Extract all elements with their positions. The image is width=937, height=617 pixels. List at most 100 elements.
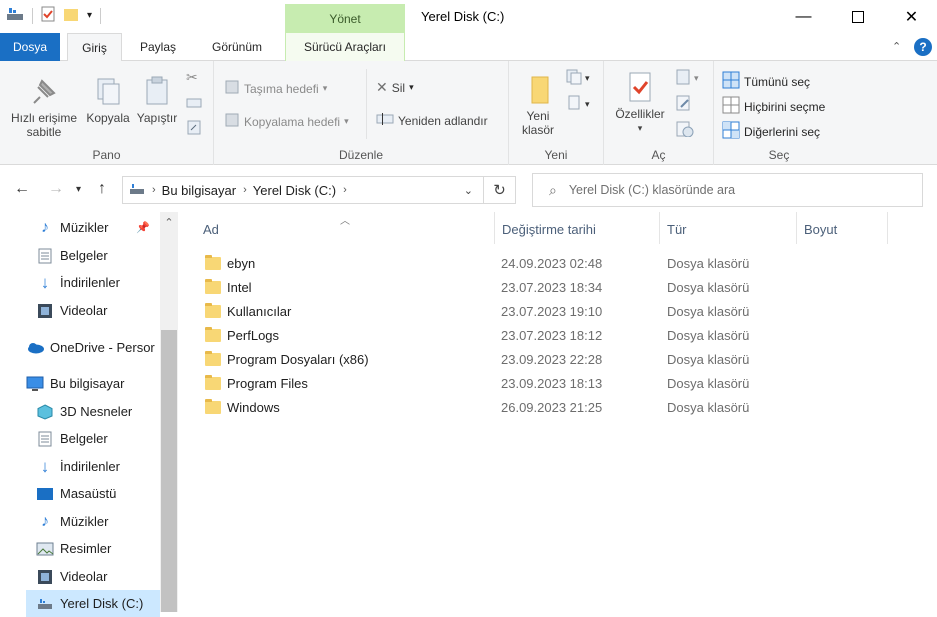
quick-access-toolbar: ▾	[6, 6, 102, 25]
copy-to-button[interactable]: Kopyalama hedefi ▾	[224, 112, 349, 131]
cut-icon[interactable]: ✂	[186, 69, 198, 86]
column-divider[interactable]	[796, 212, 797, 244]
table-row[interactable]: Program Dosyaları (x86) 23.09.2023 22:28…	[203, 347, 773, 371]
manage-contextual-tab[interactable]: Yönet	[285, 4, 405, 34]
move-to-button[interactable]: Taşıma hedefi ▾	[224, 79, 327, 98]
properties-icon[interactable]	[41, 6, 55, 25]
tab-share[interactable]: Paylaş	[129, 33, 187, 61]
recent-locations-icon[interactable]: ▾	[76, 184, 81, 195]
pin-icon	[28, 75, 60, 107]
file-name: Intel	[227, 279, 252, 295]
table-row[interactable]: ebyn 24.09.2023 02:48 Dosya klasörü	[203, 251, 773, 275]
file-type: Dosya klasörü	[667, 351, 750, 367]
copy-path-icon[interactable]	[186, 97, 202, 112]
refresh-button[interactable]: ↻	[484, 176, 516, 204]
column-header-date[interactable]: Değiştirme tarihi	[502, 218, 596, 242]
file-name: Program Files	[227, 375, 308, 391]
file-name: Windows	[227, 399, 280, 415]
table-row[interactable]: Kullanıcılar 23.07.2023 19:10 Dosya klas…	[203, 299, 773, 323]
chevron-down-icon: ▾	[344, 116, 349, 126]
new-folder-icon[interactable]	[63, 6, 79, 25]
paste-shortcut-icon[interactable]	[186, 119, 202, 138]
sidebar-item-videos[interactable]: Videolar	[36, 563, 160, 590]
paste-label: Yapıştır	[136, 111, 178, 125]
breadcrumb-local-disk[interactable]: Yerel Disk (C:)	[253, 183, 336, 198]
breadcrumb-chevron-icon[interactable]: ›	[152, 184, 156, 196]
breadcrumb-this-pc[interactable]: Bu bilgisayar	[162, 183, 236, 198]
column-header-name[interactable]: Ad	[203, 218, 219, 242]
forward-arrow-icon[interactable]: →	[48, 180, 64, 198]
edit-icon[interactable]	[676, 95, 692, 114]
collapse-ribbon-icon[interactable]: ⌃	[892, 40, 901, 53]
sidebar-item-videos-quick[interactable]: Videolar	[36, 297, 156, 324]
qat-divider	[32, 7, 33, 24]
properties-button[interactable]: Özellikler ▾	[608, 71, 672, 135]
column-header-size[interactable]: Boyut	[804, 218, 837, 242]
invert-selection-button[interactable]: Diğerlerini seç	[722, 121, 820, 142]
new-folder-button[interactable]: Yeni klasör	[513, 73, 563, 137]
customize-qat-icon[interactable]: ▾	[87, 10, 92, 21]
file-name: PerfLogs	[227, 327, 280, 343]
sidebar-item-label: Masaüstü	[60, 486, 117, 501]
document-icon	[36, 430, 54, 448]
sidebar-item-downloads-quick[interactable]: ↓ İndirilenler	[36, 269, 156, 296]
breadcrumb-chevron-icon[interactable]: ›	[343, 184, 347, 196]
paste-button[interactable]: Yapıştır	[133, 75, 181, 125]
sidebar-scrollbar-thumb[interactable]	[161, 330, 177, 612]
scroll-up-icon[interactable]: ⌃	[160, 216, 178, 229]
column-divider[interactable]	[659, 212, 660, 244]
sidebar-item-3d-objects[interactable]: 3D Nesneler	[36, 398, 160, 425]
breadcrumb-chevron-icon[interactable]: ›	[243, 184, 247, 196]
close-button[interactable]: ✕	[886, 0, 937, 33]
sidebar-item-label: Resimler	[60, 541, 112, 556]
tab-home[interactable]: Giriş	[67, 33, 122, 62]
table-row[interactable]: Intel 23.07.2023 18:34 Dosya klasörü	[203, 275, 773, 299]
rename-button[interactable]: Yeniden adlandır	[376, 112, 488, 129]
delete-button[interactable]: ✕ Sil ▾	[376, 79, 414, 96]
pin-icon[interactable]: 📌	[136, 221, 150, 234]
search-input[interactable]: ⌕ Yerel Disk (C:) klasöründe ara	[532, 173, 923, 207]
easy-access-icon[interactable]: ▾	[566, 95, 594, 114]
copy-button[interactable]: Kopyala	[84, 75, 132, 125]
address-dropdown-icon[interactable]: ⌄	[464, 184, 473, 197]
open-icon[interactable]: ▾	[676, 69, 704, 88]
sidebar-item-onedrive[interactable]: OneDrive - Persor	[26, 334, 160, 361]
select-none-button[interactable]: Hiçbirini seçme	[722, 96, 825, 117]
rename-icon	[376, 112, 394, 129]
group-label-clipboard: Pano	[92, 148, 121, 162]
table-row[interactable]: PerfLogs 23.07.2023 18:12 Dosya klasörü	[203, 323, 773, 347]
history-icon[interactable]	[676, 121, 694, 140]
sidebar-item-downloads[interactable]: ↓ İndirilenler	[36, 453, 160, 480]
table-row[interactable]: Windows 26.09.2023 21:25 Dosya klasörü	[203, 395, 773, 419]
address-bar[interactable]: › Bu bilgisayar › Yerel Disk (C:) › ⌄	[122, 176, 484, 204]
music-icon: ♪	[41, 512, 49, 530]
sidebar-item-documents[interactable]: Belgeler	[36, 425, 160, 452]
tab-drive-tools[interactable]: Sürücü Araçları	[285, 33, 405, 61]
sidebar-item-music[interactable]: ♪ Müzikler	[36, 508, 160, 535]
new-item-icon[interactable]: ▾	[566, 69, 594, 88]
column-header-type[interactable]: Tür	[667, 218, 687, 242]
new-folder-label: Yeni klasör	[521, 109, 554, 137]
video-icon	[36, 568, 54, 586]
help-icon[interactable]: ?	[914, 38, 932, 56]
select-none-label: Hiçbirini seçme	[744, 99, 826, 114]
maximize-button[interactable]	[832, 0, 883, 33]
table-row[interactable]: Program Files 23.09.2023 18:13 Dosya kla…	[203, 371, 773, 395]
tab-file[interactable]: Dosya	[0, 33, 60, 61]
back-arrow-icon[interactable]: ←	[14, 180, 30, 198]
drive-icon[interactable]	[6, 7, 24, 24]
column-divider[interactable]	[887, 212, 888, 244]
pin-quick-access-button[interactable]: Hızlı erişime sabitle	[5, 75, 83, 139]
up-arrow-icon[interactable]: ↑	[98, 180, 106, 198]
sidebar-item-documents-quick[interactable]: Belgeler	[36, 242, 156, 269]
sidebar-item-local-disk[interactable]: Yerel Disk (C:)	[26, 590, 160, 617]
desktop-icon	[36, 485, 54, 503]
minimize-button[interactable]: —	[778, 0, 829, 33]
sidebar-item-desktop[interactable]: Masaüstü	[36, 480, 160, 507]
tab-view[interactable]: Görünüm	[196, 33, 278, 61]
column-divider[interactable]	[494, 212, 495, 244]
select-all-button[interactable]: Tümünü seç	[722, 71, 810, 92]
sidebar-item-this-pc[interactable]: Bu bilgisayar	[26, 370, 160, 397]
sidebar-item-music-quick[interactable]: ♪ Müzikler 📌	[36, 214, 156, 241]
sidebar-item-pictures[interactable]: Resimler	[36, 535, 160, 562]
